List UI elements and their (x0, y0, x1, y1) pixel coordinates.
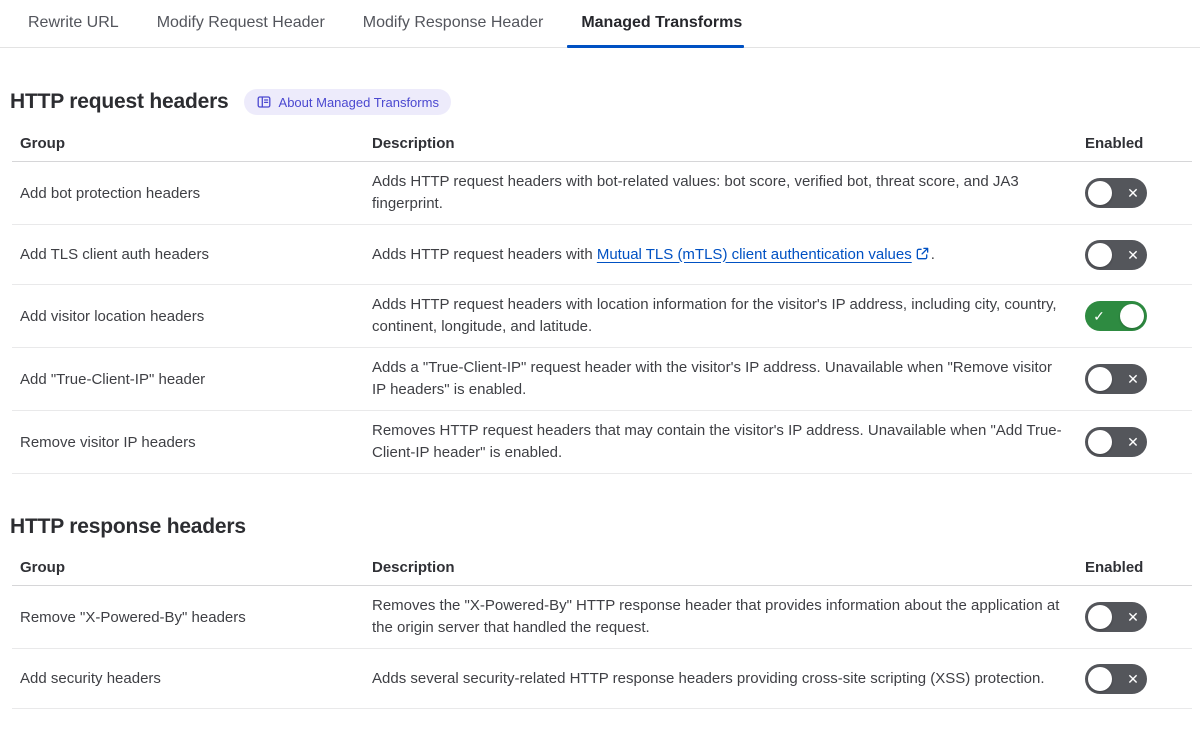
table-row: Remove visitor IP headers Removes HTTP r… (12, 411, 1192, 474)
enabled-cell: ✕ (1085, 663, 1147, 694)
toggle-knob (1088, 430, 1112, 454)
enabled-toggle[interactable]: ✕ (1085, 364, 1147, 394)
description-link[interactable]: Mutual TLS (mTLS) client authentication … (597, 246, 912, 263)
description-cell: Adds HTTP request headers with bot-relat… (372, 173, 1019, 212)
column-header-group: Group (20, 135, 65, 152)
enabled-toggle[interactable]: ✕ (1085, 239, 1147, 270)
table-header-row: Group Description Enabled (12, 128, 1192, 162)
tab[interactable]: Rewrite URL (28, 0, 119, 47)
section-title-response-headers: HTTP response headers (10, 515, 246, 538)
enabled-toggle[interactable]: ✕ (1085, 663, 1147, 694)
request-headers-table-body: Add bot protection headers Adds HTTP req… (12, 162, 1192, 474)
x-icon: ✕ (1127, 185, 1139, 201)
toggle-knob (1088, 666, 1112, 691)
badge-label: About Managed Transforms (278, 94, 439, 110)
response-headers-table-body: Remove "X-Powered-By" headers Removes th… (12, 586, 1192, 709)
group-cell: Add "True-Client-IP" header (20, 370, 206, 388)
managed-transforms-page: Rewrite URL Modify Request Header Modify… (0, 0, 1200, 709)
enabled-cell: ✕ (1085, 602, 1147, 632)
response-headers-section: HTTP response headers Group Description … (0, 515, 1200, 709)
tab[interactable]: Modify Request Header (157, 0, 325, 47)
description-cell: Removes HTTP request headers that may co… (372, 422, 1062, 461)
group-cell: Add bot protection headers (20, 184, 201, 202)
enabled-cell: ✕ (1085, 427, 1147, 457)
toggle-knob (1088, 367, 1112, 391)
enabled-toggle[interactable]: ✕ (1085, 602, 1147, 632)
enabled-cell: ✕ (1085, 239, 1147, 270)
group-cell: Add security headers (20, 670, 161, 687)
enabled-toggle[interactable]: ✕ (1085, 178, 1147, 208)
about-managed-transforms-badge[interactable]: About Managed Transforms (243, 89, 451, 115)
table-row: Add visitor location headers Adds HTTP r… (12, 285, 1192, 348)
toggle-knob (1120, 304, 1144, 328)
toggle-knob (1088, 605, 1112, 629)
request-headers-section: HTTP request headers About Managed Trans… (0, 89, 1200, 474)
enabled-cell: ✕ (1085, 178, 1147, 208)
response-headers-table: Group Description Enabled Remove "X-Powe… (12, 552, 1192, 709)
request-headers-table: Group Description Enabled Add bot protec… (12, 128, 1192, 474)
table-header-row: Group Description Enabled (12, 552, 1192, 586)
check-icon: ✓ (1093, 308, 1105, 324)
table-row: Add bot protection headers Adds HTTP req… (12, 162, 1192, 225)
external-link-icon (916, 247, 929, 259)
tab-bar: Rewrite URL Modify Request Header Modify… (0, 0, 1200, 48)
x-icon: ✕ (1127, 609, 1139, 625)
column-header-enabled: Enabled (1085, 559, 1144, 576)
enabled-cell: ✕ (1085, 364, 1147, 394)
description-cell: Adds a "True-Client-IP" request header w… (372, 359, 1052, 398)
request-headers-heading-row: HTTP request headers About Managed Trans… (10, 89, 1200, 115)
table-row: Remove "X-Powered-By" headers Removes th… (12, 586, 1192, 649)
toggle-knob (1088, 242, 1112, 267)
column-header-description: Description (372, 135, 455, 152)
group-cell: Remove "X-Powered-By" headers (20, 608, 246, 626)
column-header-group: Group (20, 559, 65, 576)
x-icon: ✕ (1127, 670, 1139, 687)
tab[interactable]: Managed Transforms (567, 0, 745, 48)
group-cell: Add visitor location headers (20, 307, 205, 325)
enabled-toggle[interactable]: ✕ (1085, 427, 1147, 457)
tab[interactable]: Modify Response Header (363, 0, 544, 47)
book-icon (256, 94, 272, 110)
description-cell: Adds HTTP request headers with Mutual TL… (372, 245, 935, 263)
section-title-request-headers: HTTP request headers (10, 90, 229, 113)
column-header-enabled: Enabled (1085, 135, 1144, 152)
enabled-cell: ✓ (1085, 301, 1147, 331)
table-row: Add TLS client auth headers Adds HTTP re… (12, 225, 1192, 285)
x-icon: ✕ (1127, 371, 1139, 387)
group-cell: Add TLS client auth headers (20, 246, 210, 263)
x-icon: ✕ (1127, 434, 1139, 450)
toggle-knob (1088, 181, 1112, 205)
x-icon: ✕ (1127, 246, 1139, 263)
table-row: Add security headers Adds several securi… (12, 649, 1192, 709)
column-header-description: Description (372, 559, 455, 576)
table-row: Add "True-Client-IP" header Adds a "True… (12, 348, 1192, 411)
response-headers-heading-row: HTTP response headers (10, 515, 1200, 539)
group-cell: Remove visitor IP headers (20, 433, 196, 451)
description-cell: Removes the "X-Powered-By" HTTP response… (372, 597, 1060, 636)
description-cell: Adds HTTP request headers with location … (372, 296, 1057, 335)
description-cell: Adds several security-related HTTP respo… (372, 669, 1045, 687)
enabled-toggle[interactable]: ✓ (1085, 301, 1147, 331)
